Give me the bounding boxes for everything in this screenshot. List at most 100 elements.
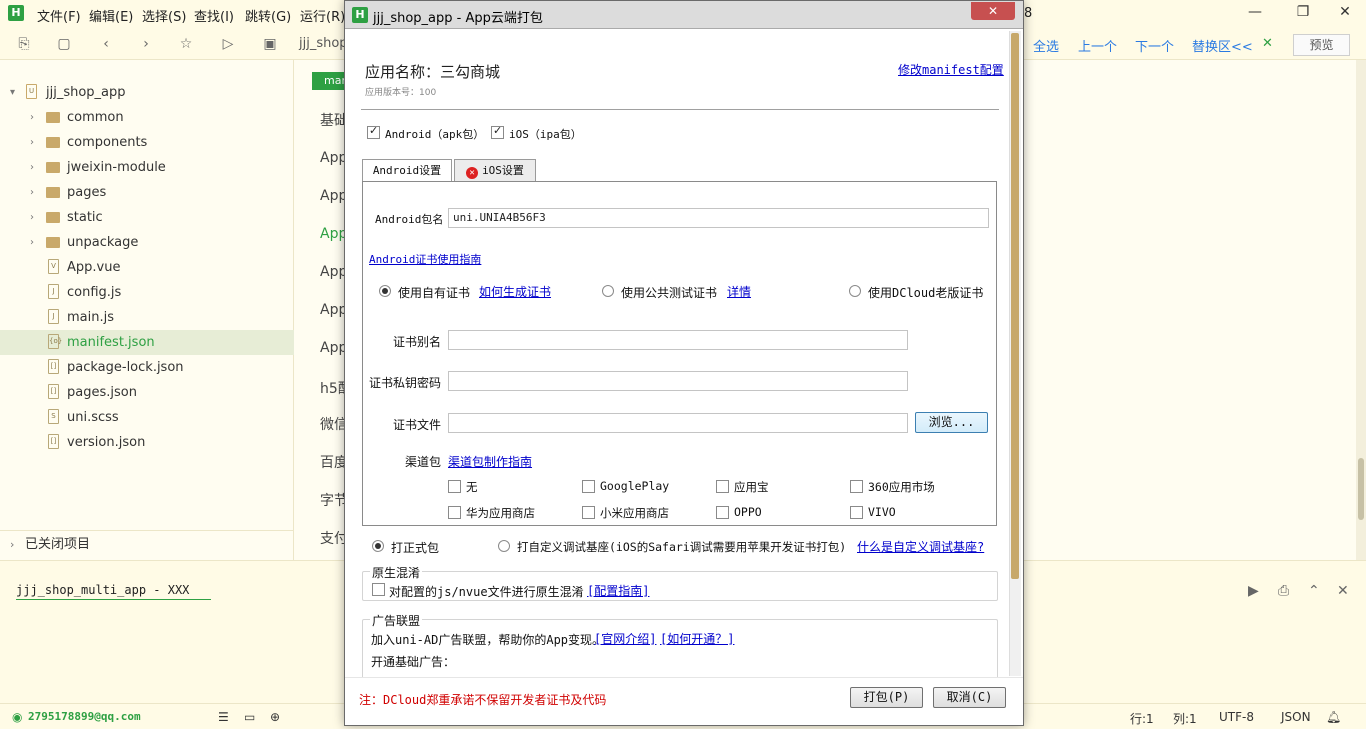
public-test-cert-label[interactable]: 使用公共测试证书 [621,284,717,301]
tree-item[interactable]: Jmain.js [0,305,294,330]
custom-base-radio[interactable] [498,540,510,552]
channel-checkbox[interactable] [850,480,863,493]
edit-manifest-link[interactable]: 修改manifest配置 [898,61,1004,78]
public-test-cert-radio[interactable] [602,285,614,297]
console-tab[interactable]: jjj_shop_multi_app - XXX [16,583,211,600]
star-icon[interactable]: ☆ [178,36,194,52]
tree-item[interactable]: {o} manifest.json [0,330,294,355]
tree-item[interactable]: Jconfig.js [0,280,294,305]
channel-checkbox[interactable] [582,506,595,519]
channel-guide-link[interactable]: 渠道包制作指南 [448,453,532,470]
cert-password-input[interactable] [448,371,908,391]
replace-toggle-button[interactable]: 替换区<< [1192,36,1253,55]
editor-scrollbar-thumb[interactable] [1358,458,1364,520]
obfuscation-checkbox[interactable] [372,583,385,596]
tab-ios-settings[interactable]: ✕ iOS设置 [454,159,536,182]
tree-item[interactable]: › static [0,205,294,230]
ios-checkbox-label[interactable]: iOS（ipa包） [509,126,582,142]
public-cert-details-link[interactable]: 详情 [727,283,751,300]
dialog-close-button[interactable]: ✕ [971,2,1015,20]
tree-item[interactable]: › common [0,105,294,130]
channel-label[interactable]: 小米应用商店 [600,505,669,521]
export-icon[interactable]: ⎙ [1278,583,1289,599]
obfuscation-guide-link[interactable]: [配置指南] [587,582,649,599]
tree-item[interactable]: [] pages.json [0,380,294,405]
list-icon[interactable]: ☰ [218,710,229,724]
user-avatar-icon[interactable]: ◉ [12,710,22,724]
ios-checkbox[interactable] [491,124,504,139]
package-name-input[interactable]: uni.UNIA4B56F3 [448,208,989,228]
status-encoding[interactable]: UTF-8 [1219,710,1254,724]
channel-label[interactable]: 华为应用商店 [466,505,535,521]
channel-checkbox[interactable] [582,480,595,493]
tab-android-settings[interactable]: Android设置 [362,159,452,183]
channel-checkbox[interactable] [716,506,729,519]
own-cert-label[interactable]: 使用自有证书 [398,284,470,301]
obfuscation-label[interactable]: 对配置的js/nvue文件进行原生混淆 [389,583,584,600]
tree-item[interactable]: V App.vue [0,255,294,280]
browse-button[interactable]: 浏览... [915,412,988,433]
channel-checkbox[interactable] [716,480,729,493]
menu-edit[interactable]: 编辑(E) [89,6,133,25]
prev-match-button[interactable]: 上一个 [1078,36,1117,55]
ad-how-to-link[interactable]: [如何开通？] [660,630,734,647]
close-find-icon[interactable]: ✕ [1262,36,1273,51]
release-build-radio[interactable] [372,540,384,552]
tree-item[interactable]: › unpackage [0,230,294,255]
channel-checkbox[interactable] [448,506,461,519]
channel-checkbox[interactable] [448,480,461,493]
play-icon[interactable]: ▶ [1248,583,1259,599]
status-user[interactable]: 2795178899@qq.com [28,710,141,723]
custom-base-label[interactable]: 打自定义调试基座(iOS的Safari调试需要用苹果开发证书打包) [517,539,846,555]
cert-alias-input[interactable] [448,330,908,350]
pack-button[interactable]: 打包(P) [850,687,923,708]
select-all-button[interactable]: 全选 [1033,36,1059,55]
menu-file[interactable]: 文件(F) [37,6,81,25]
channel-label[interactable]: GooglePlay [600,479,669,493]
dcloud-old-cert-radio[interactable] [849,285,861,297]
android-cert-guide-link[interactable]: Android证书使用指南 [369,251,481,267]
dialog-scrollbar-thumb[interactable] [1011,33,1019,579]
bell-icon[interactable]: 🔔︎ [1326,710,1341,724]
custom-base-help-link[interactable]: 什么是自定义调试基座? [857,538,984,555]
tree-item[interactable]: Suni.scss [0,405,294,430]
globe-icon[interactable]: ⊕ [270,710,280,724]
channel-label[interactable]: 无 [466,479,478,495]
status-language[interactable]: JSON [1281,710,1311,724]
breadcrumb[interactable]: jjj_shop [299,36,348,51]
own-cert-radio[interactable] [379,285,391,297]
tree-item[interactable]: [] package-lock.json [0,355,294,380]
menu-select[interactable]: 选择(S) [142,6,186,25]
how-to-generate-cert-link[interactable]: 如何生成证书 [479,283,551,300]
channel-label[interactable]: OPPO [734,505,762,519]
save-icon[interactable]: ▢ [56,36,72,52]
next-match-button[interactable]: 下一个 [1135,36,1174,55]
android-checkbox-label[interactable]: Android（apk包） [385,126,484,142]
tree-item[interactable]: › jweixin-module [0,155,294,180]
menu-find[interactable]: 查找(I) [194,6,234,25]
clear-icon[interactable]: ✕ [1337,583,1349,599]
dcloud-old-cert-label[interactable]: 使用DCloud老版证书 [868,284,983,301]
dialog-titlebar[interactable]: H jjj_shop_app - App云端打包 ✕ [345,1,1023,29]
channel-label[interactable]: 360应用市场 [868,479,935,495]
tree-item[interactable]: › pages [0,180,294,205]
ad-official-link[interactable]: [官网介绍] [594,630,656,647]
android-checkbox[interactable] [367,124,380,139]
terminal-icon[interactable]: ▭ [244,710,255,724]
run-icon[interactable]: ▷ [220,36,236,52]
release-build-label[interactable]: 打正式包 [391,539,439,556]
minimize-icon[interactable]: — [1244,4,1266,24]
menu-run[interactable]: 运行(R) [300,6,345,25]
channel-label[interactable]: 应用宝 [734,479,769,495]
preview-button[interactable]: 预览 [1293,34,1350,56]
cancel-button[interactable]: 取消(C) [933,687,1006,708]
closed-projects[interactable]: › 已关闭项目 [0,530,294,558]
tree-item[interactable]: › components [0,130,294,155]
channel-checkbox[interactable] [850,506,863,519]
back-icon[interactable]: ‹ [98,36,114,52]
new-file-icon[interactable]: ⎘ [16,36,32,52]
close-window-icon[interactable]: ✕ [1334,4,1356,24]
tree-item[interactable]: [] version.json [0,430,294,455]
project-root[interactable]: ▾ U jjj_shop_app [0,80,294,105]
cert-file-input[interactable] [448,413,908,433]
